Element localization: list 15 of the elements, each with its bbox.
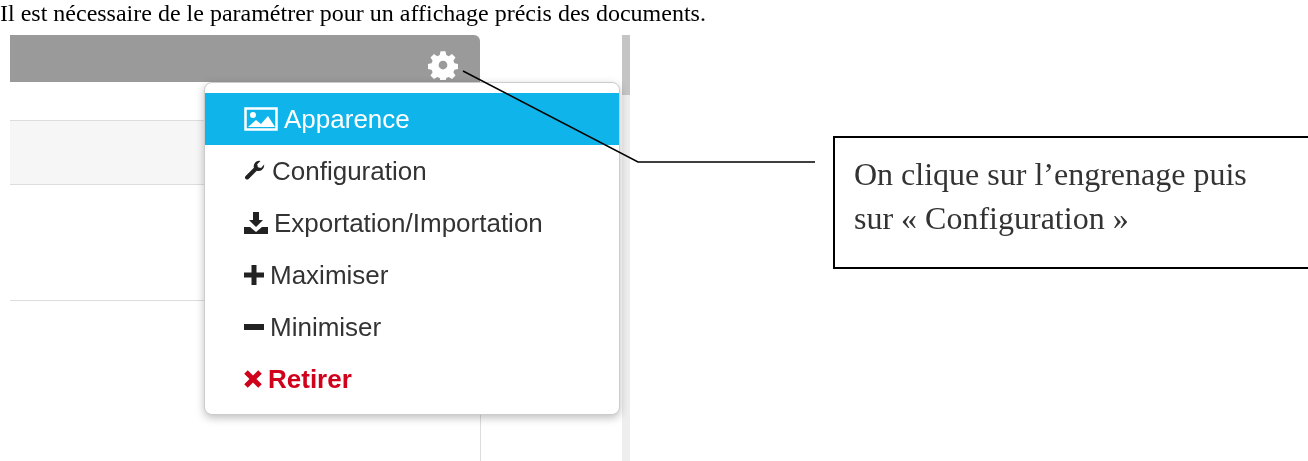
minus-icon xyxy=(244,324,264,330)
plus-icon xyxy=(244,265,264,285)
menu-item[interactable]: Maximiser xyxy=(205,249,619,301)
menu-item[interactable]: Retirer xyxy=(205,353,619,405)
menu-item[interactable]: Exportation/Importation xyxy=(205,197,619,249)
settings-icon[interactable] xyxy=(428,50,458,80)
intro-sentence: Il est nécessaire de le paramétrer pour un affichage précis des documents. xyxy=(0,0,706,26)
download-icon xyxy=(244,212,268,234)
wrench-icon xyxy=(244,160,266,182)
callout-text: On clique sur l’engrenage puis sur « Configuration » xyxy=(854,155,1248,238)
menu-item[interactable]: Minimiser xyxy=(205,301,619,353)
menu-item[interactable]: Configuration xyxy=(205,145,619,197)
image-icon xyxy=(244,107,278,131)
scrollbar[interactable] xyxy=(622,35,630,461)
close-icon xyxy=(244,370,262,388)
